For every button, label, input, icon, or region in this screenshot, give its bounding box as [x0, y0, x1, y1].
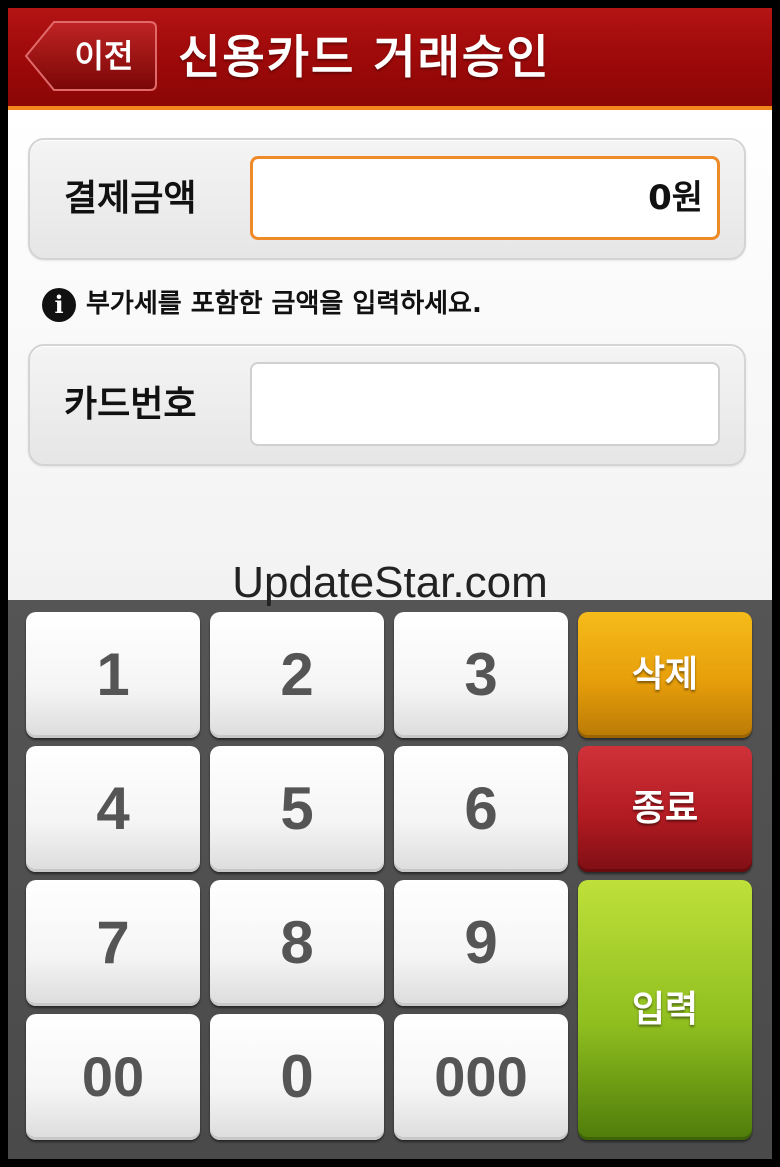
exit-button[interactable]: 종료 [578, 746, 752, 872]
card-number-row: 카드번호 [28, 344, 746, 466]
card-number-label: 카드번호 [64, 384, 197, 425]
enter-button[interactable]: 입력 [578, 880, 752, 1140]
amount-value: 0원 [648, 178, 703, 218]
keypad: 1 2 3 삭제 4 5 6 종료 7 8 9 입력 00 0 000 [8, 600, 772, 1159]
key-9[interactable]: 9 [394, 880, 568, 1006]
back-button[interactable]: 이전 [24, 20, 158, 92]
form-panel: 결제금액 0원 i 부가세를 포함한 금액을 입력하세요. 카드번호 [8, 110, 772, 600]
key-6[interactable]: 6 [394, 746, 568, 872]
key-0[interactable]: 0 [210, 1014, 384, 1140]
page-title: 신용카드 거래승인 [178, 30, 551, 84]
app-screen: 이전 신용카드 거래승인 결제금액 0원 i 부가세를 포함한 금액을 입력하세요… [8, 8, 772, 1159]
header-bar: 이전 신용카드 거래승인 [8, 8, 772, 110]
amount-label: 결제금액 [64, 178, 197, 219]
key-00[interactable]: 00 [26, 1014, 200, 1140]
device-frame: 이전 신용카드 거래승인 결제금액 0원 i 부가세를 포함한 금액을 입력하세요… [0, 0, 780, 1167]
key-8[interactable]: 8 [210, 880, 384, 1006]
key-3[interactable]: 3 [394, 612, 568, 738]
key-4[interactable]: 4 [26, 746, 200, 872]
key-1[interactable]: 1 [26, 612, 200, 738]
key-000[interactable]: 000 [394, 1014, 568, 1140]
card-number-field[interactable] [250, 362, 720, 446]
amount-field[interactable]: 0원 [250, 156, 720, 240]
back-button-label: 이전 [74, 37, 134, 75]
info-message: i 부가세를 포함한 금액을 입력하세요. [42, 286, 482, 322]
delete-button[interactable]: 삭제 [578, 612, 752, 738]
key-2[interactable]: 2 [210, 612, 384, 738]
watermark-text: UpdateStar.com [232, 558, 548, 607]
amount-row: 결제금액 0원 [28, 138, 746, 260]
info-text: 부가세를 포함한 금액을 입력하세요. [86, 289, 482, 319]
key-7[interactable]: 7 [26, 880, 200, 1006]
info-icon: i [42, 287, 76, 322]
key-5[interactable]: 5 [210, 746, 384, 872]
